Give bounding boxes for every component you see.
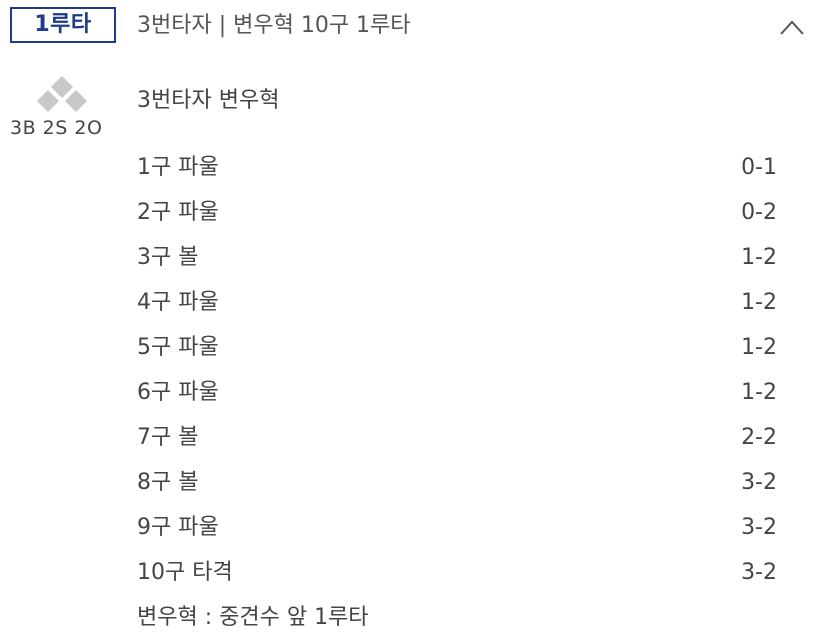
pitch-label: 10구 타격 — [137, 560, 233, 585]
pitch-count: 3-2 — [741, 515, 777, 540]
pitch-row: 6구 파울 1-2 — [137, 378, 777, 423]
base-diamond-icon — [37, 76, 87, 112]
collapse-button[interactable] — [776, 12, 808, 44]
pitch-row: 5구 파울 1-2 — [137, 333, 777, 378]
count-indicator: 3B 2S 2O — [0, 70, 122, 142]
pitch-label: 6구 파울 — [137, 380, 219, 405]
second-base — [51, 76, 73, 98]
pitch-count: 2-2 — [741, 425, 777, 450]
pitch-label: 9구 파울 — [137, 515, 219, 540]
pitch-count: 0-1 — [741, 155, 777, 180]
pitch-label: 7구 볼 — [137, 425, 199, 450]
third-base — [37, 90, 59, 112]
pitch-count: 1-2 — [741, 290, 777, 315]
pitch-row: 7구 볼 2-2 — [137, 423, 777, 468]
play-title: 3번타자 | 변우혁 10구 1루타 — [137, 13, 411, 38]
pitch-row: 3구 볼 1-2 — [137, 243, 777, 288]
pitch-count: 1-2 — [741, 335, 777, 360]
pitch-row: 8구 볼 3-2 — [137, 468, 777, 513]
pitch-count: 1-2 — [741, 380, 777, 405]
pitch-row: 10구 타격 3-2 — [137, 558, 777, 603]
chevron-up-icon — [780, 20, 804, 35]
pitch-row: 4구 파울 1-2 — [137, 288, 777, 333]
count-text: 3B 2S 2O — [10, 117, 103, 139]
play-header[interactable]: 1루타 3번타자 | 변우혁 10구 1루타 — [0, 0, 828, 56]
batter-name: 3번타자 변우혁 — [137, 88, 280, 113]
pitch-count: 0-2 — [741, 200, 777, 225]
pitch-count: 1-2 — [741, 245, 777, 270]
pitch-label: 4구 파울 — [137, 290, 219, 315]
pitch-row: 2구 파울 0-2 — [137, 198, 777, 243]
pitch-label: 5구 파울 — [137, 335, 219, 360]
pitch-row: 9구 파울 3-2 — [137, 513, 777, 558]
pitch-label: 1구 파울 — [137, 155, 219, 180]
pitch-count: 3-2 — [741, 560, 777, 585]
first-base — [65, 90, 87, 112]
pitch-list: 1구 파울 0-1 2구 파울 0-2 3구 볼 1-2 4구 파울 1-2 5… — [137, 153, 777, 603]
play-result-text: 변우혁 : 중견수 앞 1루타 — [137, 605, 369, 630]
pitch-count: 3-2 — [741, 470, 777, 495]
pitch-label: 3구 볼 — [137, 245, 199, 270]
pitch-label: 8구 볼 — [137, 470, 199, 495]
pitch-row: 1구 파울 0-1 — [137, 153, 777, 198]
result-badge: 1루타 — [10, 7, 116, 43]
pitch-label: 2구 파울 — [137, 200, 219, 225]
